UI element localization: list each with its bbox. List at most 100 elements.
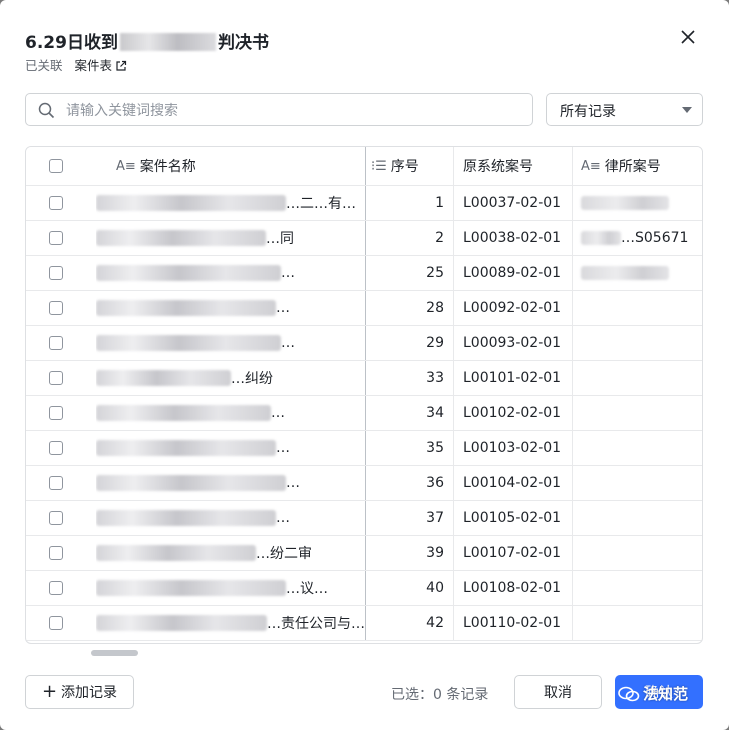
case-name-text: …二…有… (286, 196, 356, 212)
row-check-cell (26, 606, 96, 640)
select-all-checkbox[interactable] (48, 159, 63, 173)
firm-case-no-cell (572, 396, 702, 430)
search-box[interactable] (25, 93, 533, 127)
case-name-text: …议… (286, 581, 328, 597)
row-checkbox[interactable] (48, 196, 63, 210)
original-case-no-cell: L00037-02-01 (453, 186, 572, 220)
watermark: 法知范 (618, 683, 688, 704)
row-checkbox[interactable] (48, 476, 63, 490)
text-field-icon: A≡ (116, 158, 136, 174)
case-name-cell: …议… (96, 571, 365, 605)
column-header-name[interactable]: A≡ 案件名称 (96, 147, 365, 185)
original-case-no-cell: L00110-02-01 (453, 606, 572, 640)
row-check-cell (26, 536, 96, 570)
row-checkbox[interactable] (48, 546, 63, 560)
table-row[interactable]: …责任公司与… 42 L00110-02-01 (26, 606, 702, 641)
record-filter-select[interactable]: 所有记录 (546, 93, 703, 126)
case-name-text: …责任公司与… (267, 616, 365, 632)
wechat-icon (618, 686, 640, 702)
column-header-orig[interactable]: 原系统案号 (453, 147, 572, 185)
firm-case-no-cell: …S05671 (572, 221, 702, 255)
case-name-text: … (281, 335, 295, 351)
seq-cell: 42 (365, 606, 453, 640)
column-header-firm-label: 律所案号 (604, 159, 661, 175)
original-case-no-cell: L00093-02-01 (453, 326, 572, 360)
row-checkbox[interactable] (48, 231, 63, 245)
seq-cell: 35 (365, 431, 453, 465)
row-check-cell (26, 221, 96, 255)
seq-cell: 33 (365, 361, 453, 395)
case-name-cell: …责任公司与… (96, 606, 365, 640)
row-checkbox[interactable] (48, 511, 63, 525)
case-name-cell: … (96, 256, 365, 290)
chevron-down-icon (682, 107, 692, 113)
table-row[interactable]: … 25 L00089-02-01 (26, 256, 702, 291)
original-case-no-cell: L00108-02-01 (453, 571, 572, 605)
table-row[interactable]: …同 2 L00038-02-01 …S05671 (26, 221, 702, 256)
table-row[interactable]: …纷二审 39 L00107-02-01 (26, 536, 702, 571)
table-row[interactable]: … 37 L00105-02-01 (26, 501, 702, 536)
select-all-cell (26, 147, 96, 185)
original-case-no-cell: L00092-02-01 (453, 291, 572, 325)
case-name-cell: … (96, 396, 365, 430)
original-case-no-cell: L00105-02-01 (453, 501, 572, 535)
case-name-text: …同 (266, 231, 294, 247)
row-checkbox[interactable] (48, 616, 63, 630)
row-checkbox[interactable] (48, 301, 63, 315)
column-header-orig-label: 原系统案号 (463, 159, 533, 175)
cancel-button[interactable]: 取消 (514, 675, 602, 709)
linked-info: 已关联 案件表 (25, 55, 127, 75)
table-row[interactable]: …纠纷 33 L00101-02-01 (26, 361, 702, 396)
table-row[interactable]: …二…有… 1 L00037-02-01 (26, 186, 702, 221)
external-link-icon (115, 60, 127, 75)
redacted-case-name (96, 370, 231, 386)
table-row[interactable]: … 35 L00103-02-01 (26, 431, 702, 466)
table-row[interactable]: … 28 L00092-02-01 (26, 291, 702, 326)
seq-cell: 29 (365, 326, 453, 360)
firm-case-no-text: …S05671 (621, 230, 689, 246)
table-row[interactable]: … 34 L00102-02-01 (26, 396, 702, 431)
case-name-cell: … (96, 501, 365, 535)
firm-case-no-cell (572, 291, 702, 325)
add-record-button[interactable]: + 添加记录 (25, 675, 134, 709)
case-name-cell: …纠纷 (96, 361, 365, 395)
redacted-case-name (96, 300, 276, 316)
redacted-case-name (96, 580, 286, 596)
redacted-firm-case-no (581, 196, 669, 210)
original-case-no-cell: L00103-02-01 (453, 431, 572, 465)
seq-cell: 34 (365, 396, 453, 430)
case-name-cell: …纷二审 (96, 536, 365, 570)
horizontal-scrollbar[interactable] (91, 650, 138, 656)
original-case-no-cell: L00107-02-01 (453, 536, 572, 570)
plus-icon: + (41, 681, 58, 702)
table-row[interactable]: … 36 L00104-02-01 (26, 466, 702, 501)
firm-case-no-cell (572, 361, 702, 395)
row-checkbox[interactable] (48, 441, 63, 455)
column-header-firm[interactable]: A≡ 律所案号 (572, 147, 702, 185)
row-checkbox[interactable] (48, 336, 63, 350)
row-check-cell (26, 431, 96, 465)
selected-count: 已选：0 条记录 (391, 687, 489, 703)
table-row[interactable]: … 29 L00093-02-01 (26, 326, 702, 361)
search-icon (38, 102, 55, 123)
firm-case-no-cell (572, 606, 702, 640)
case-name-text: … (286, 475, 300, 491)
search-input[interactable] (64, 94, 528, 127)
seq-cell: 2 (365, 221, 453, 255)
row-checkbox[interactable] (48, 371, 63, 385)
column-header-seq[interactable]: ⁝☰ 序号 (365, 147, 453, 185)
row-checkbox[interactable] (48, 266, 63, 280)
table-row[interactable]: …议… 40 L00108-02-01 (26, 571, 702, 606)
row-checkbox[interactable] (48, 406, 63, 420)
add-record-label: 添加记录 (61, 685, 118, 701)
seq-cell: 39 (365, 536, 453, 570)
row-check-cell (26, 256, 96, 290)
seq-cell: 25 (365, 256, 453, 290)
firm-case-no-cell (572, 501, 702, 535)
redacted-case-name (119, 33, 216, 51)
case-name-cell: … (96, 431, 365, 465)
row-checkbox[interactable] (48, 581, 63, 595)
seq-cell: 1 (365, 186, 453, 220)
close-icon[interactable] (676, 27, 700, 51)
linked-table-link[interactable]: 案件表 (75, 58, 128, 73)
